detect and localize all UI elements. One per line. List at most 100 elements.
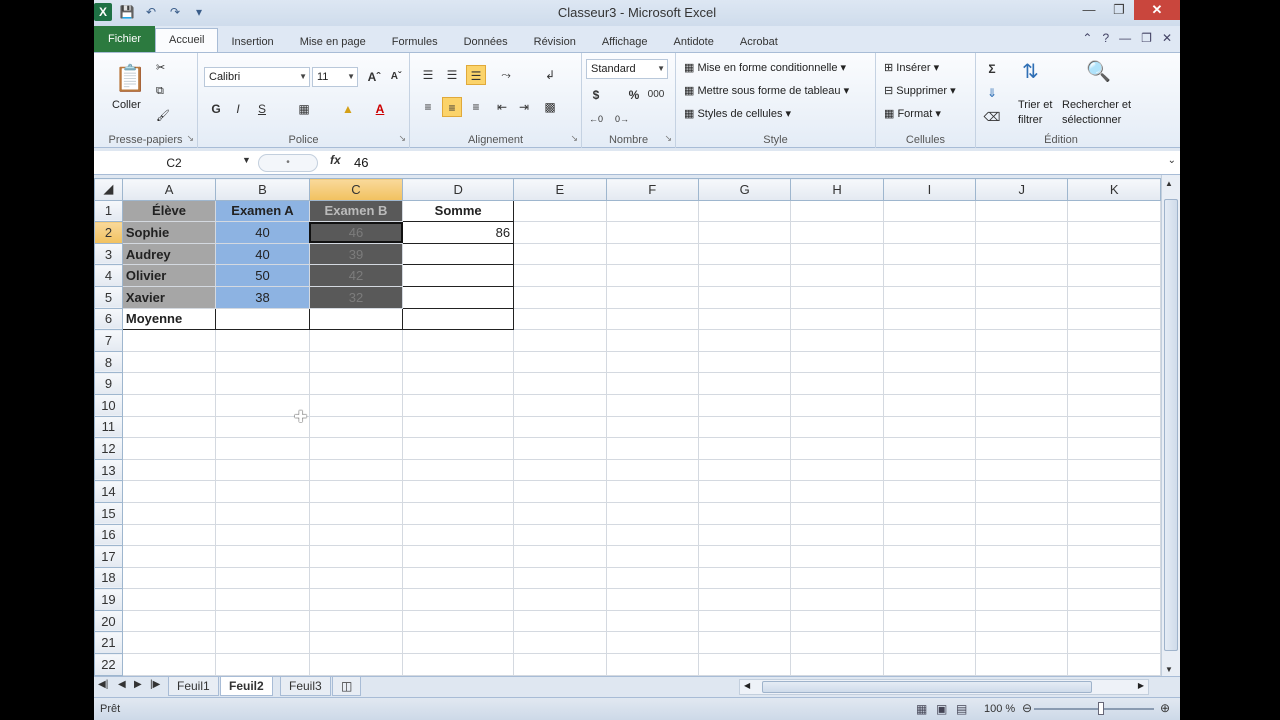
cell[interactable] (697, 458, 792, 482)
paste-icon[interactable]: 📋 (114, 63, 146, 94)
zoom-in-icon[interactable]: ⊕ (1160, 701, 1170, 715)
cell[interactable] (605, 653, 699, 676)
cell[interactable] (215, 329, 310, 352)
cell[interactable] (605, 307, 699, 331)
cell[interactable] (308, 653, 404, 676)
cell[interactable] (1067, 372, 1161, 395)
cell[interactable] (975, 523, 1069, 547)
normal-view-icon[interactable]: ▦ (916, 702, 927, 716)
row-header[interactable]: 20 (94, 609, 123, 633)
cell[interactable] (790, 609, 884, 633)
cell[interactable] (975, 458, 1069, 482)
column-header[interactable]: I (882, 178, 977, 201)
cell[interactable] (513, 264, 607, 287)
cell[interactable] (1067, 329, 1161, 352)
find-select-line2[interactable]: sélectionner (1062, 114, 1121, 126)
column-header[interactable]: F (605, 178, 699, 201)
cell[interactable] (513, 480, 607, 503)
cell[interactable] (402, 566, 515, 590)
row-header[interactable]: 15 (94, 501, 123, 525)
cell[interactable] (605, 523, 699, 547)
cell[interactable] (790, 523, 884, 547)
scroll-down-icon[interactable]: ▼ (1165, 665, 1173, 674)
alignment-launcher-icon[interactable]: ↘ (570, 133, 578, 144)
cell[interactable] (790, 350, 884, 374)
cell[interactable] (308, 307, 404, 331)
cell[interactable] (121, 566, 217, 590)
cell[interactable]: Moyenne (121, 307, 217, 331)
cell[interactable] (308, 545, 404, 568)
cell[interactable] (790, 285, 884, 309)
scroll-right-icon[interactable]: ▶ (1138, 681, 1144, 690)
column-header[interactable]: J (975, 178, 1069, 201)
orientation-icon[interactable]: ⤳ (496, 65, 516, 85)
name-box[interactable]: C2 (94, 153, 254, 173)
font-color-icon[interactable]: A (370, 99, 390, 119)
cell[interactable] (790, 566, 884, 590)
tab-antidote[interactable]: Antidote (660, 31, 726, 53)
cell[interactable] (402, 329, 515, 352)
cell[interactable] (882, 242, 977, 266)
row-header[interactable]: 19 (94, 588, 123, 611)
cell[interactable] (975, 199, 1069, 223)
cell[interactable]: Examen A (215, 199, 310, 223)
cell[interactable] (308, 372, 404, 395)
cell[interactable] (882, 545, 977, 568)
font-launcher-icon[interactable]: ↘ (398, 133, 406, 144)
cell[interactable] (513, 458, 607, 482)
cell[interactable] (697, 609, 792, 633)
paste-button[interactable]: Coller (112, 99, 141, 111)
cell[interactable] (790, 501, 884, 525)
cell[interactable]: 40 (215, 221, 310, 244)
cell[interactable] (697, 501, 792, 525)
row-header[interactable]: 22 (94, 653, 123, 676)
cell[interactable] (308, 566, 404, 590)
sheet-tab-feuil3[interactable]: Feuil3 (280, 677, 331, 696)
cell[interactable] (1067, 242, 1161, 266)
cell[interactable] (402, 523, 515, 547)
cell[interactable] (697, 350, 792, 374)
cell[interactable] (1067, 501, 1161, 525)
align-top-icon[interactable]: ☰ (418, 65, 438, 85)
cell[interactable]: Audrey (121, 242, 217, 266)
cell[interactable] (1067, 307, 1161, 331)
cell[interactable] (402, 609, 515, 633)
tab-review[interactable]: Révision (521, 31, 589, 53)
cell[interactable]: Xavier (121, 285, 217, 309)
wrap-text-icon[interactable]: ↲ (540, 65, 560, 85)
sheet-tab-feuil1[interactable]: Feuil1 (168, 677, 219, 696)
cell[interactable]: 42 (308, 264, 404, 287)
cell[interactable] (882, 566, 977, 590)
cell[interactable] (790, 372, 884, 395)
cell[interactable] (790, 545, 884, 568)
cell[interactable] (605, 372, 699, 395)
cell[interactable] (402, 653, 515, 676)
cell[interactable] (975, 264, 1069, 287)
cell[interactable] (975, 566, 1069, 590)
cell[interactable] (975, 307, 1069, 331)
cell[interactable] (1067, 221, 1161, 244)
align-middle-icon[interactable]: ☰ (442, 65, 462, 85)
tab-insert[interactable]: Insertion (218, 31, 286, 53)
cell[interactable] (308, 350, 404, 374)
cell[interactable] (790, 264, 884, 287)
cell[interactable] (215, 480, 310, 503)
cell[interactable] (513, 329, 607, 352)
row-header[interactable]: 18 (94, 566, 123, 590)
number-format-select[interactable]: Standard ▼ (586, 59, 668, 79)
column-header[interactable]: E (513, 178, 607, 201)
cell[interactable]: Élève (121, 199, 217, 223)
cell[interactable] (605, 393, 699, 417)
maximize-icon[interactable]: ❐ (1104, 0, 1134, 20)
cell[interactable] (513, 501, 607, 525)
insert-function-icon[interactable]: fx (330, 153, 341, 167)
shrink-font-icon[interactable]: Aˇ (386, 67, 406, 87)
cell[interactable] (697, 199, 792, 223)
workbook-restore-icon[interactable]: ❐ (1141, 31, 1152, 45)
cell[interactable] (308, 458, 404, 482)
cell[interactable] (215, 523, 310, 547)
cell[interactable] (402, 545, 515, 568)
column-header[interactable]: H (790, 178, 884, 201)
horizontal-scrollbar[interactable]: ◀ ▶ (739, 679, 1149, 695)
cell[interactable] (513, 393, 607, 417)
